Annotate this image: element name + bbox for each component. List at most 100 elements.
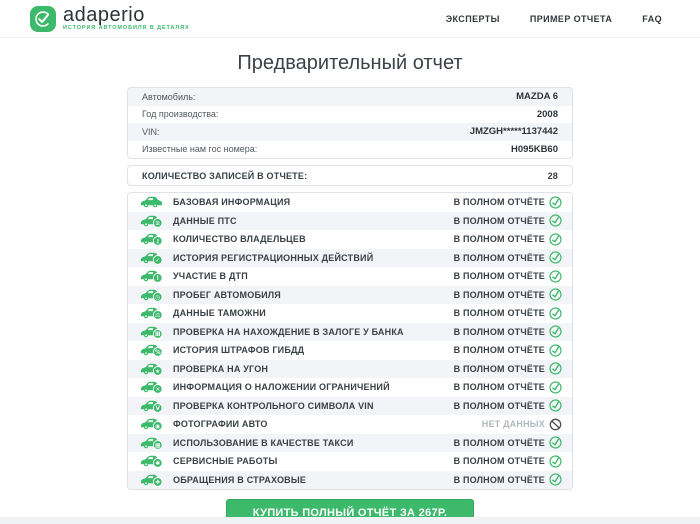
check-circle-logo-icon: [30, 6, 56, 32]
report-section-row[interactable]: ★ ПРОВЕРКА НА УГОН В ПОЛНОМ ОТЧЁТЕ: [128, 360, 572, 379]
report-section-row[interactable]: ⚖ ДАННЫЕ ТАМОЖНИ В ПОЛНОМ ОТЧЁТЕ: [128, 304, 572, 323]
report-section-row[interactable]: ✓ ИСТОРИЯ РЕГИСТРАЦИОННЫХ ДЕЙСТВИЙ В ПОЛ…: [128, 249, 572, 268]
section-label: ПРОВЕРКА НА НАХОЖДЕНИЕ В ЗАЛОГЕ У БАНКА: [173, 327, 404, 337]
nav-item[interactable]: ПРИМЕР ОТЧЕТА: [530, 14, 612, 24]
check-circle-icon: [549, 344, 562, 357]
section-label: УЧАСТИЕ В ДТП: [173, 271, 248, 281]
section-status-text: В ПОЛНОМ ОТЧЁТЕ: [454, 308, 545, 318]
section-status-text: НЕТ ДАННЫХ: [482, 419, 545, 429]
section-status: В ПОЛНОМ ОТЧЁТЕ: [454, 307, 562, 320]
car-lock-icon: ✕: [140, 380, 166, 394]
check-circle-icon: [549, 436, 562, 449]
section-status: В ПОЛНОМ ОТЧЁТЕ: [454, 344, 562, 357]
section-label: СЕРВИСНЫЕ РАБОТЫ: [173, 456, 277, 466]
svg-text:◉: ◉: [155, 424, 160, 430]
report-section-row[interactable]: ✚ ОБРАЩЕНИЯ В СТРАХОВЫЕ В ПОЛНОМ ОТЧЁТЕ: [128, 471, 572, 490]
records-count-row: КОЛИЧЕСТВО ЗАПИСЕЙ В ОТЧЕТЕ: 28: [128, 166, 572, 185]
nav-item[interactable]: ЭКСПЕРТЫ: [446, 14, 500, 24]
section-status: В ПОЛНОМ ОТЧЁТЕ: [454, 455, 562, 468]
page: adaperio ИСТОРИЯ АВТОМОБИЛЯ В ДЕТАЛЯХ ЭК…: [0, 0, 700, 524]
check-circle-icon: [549, 288, 562, 301]
check-circle-icon: [549, 473, 562, 486]
section-label: ДАННЫЕ ПТС: [173, 216, 237, 226]
vehicle-info-label: Автомобиль:: [142, 92, 195, 102]
section-status-text: В ПОЛНОМ ОТЧЁТЕ: [454, 197, 545, 207]
car-vin-icon: V: [140, 399, 166, 413]
car-fines-icon: %: [140, 343, 166, 357]
vehicle-info-card: Автомобиль: MAZDA 6 Год производства: 20…: [127, 87, 573, 159]
report-section-row[interactable]: V ПРОВЕРКА КОНТРОЛЬНОГО СИМВОЛА VIN В ПО…: [128, 397, 572, 416]
section-status: В ПОЛНОМ ОТЧЁТЕ: [454, 270, 562, 283]
section-label: ИСТОРИЯ РЕГИСТРАЦИОННЫХ ДЕЙСТВИЙ: [173, 253, 373, 263]
report-section-row[interactable]: ◷ ПРОБЕГ АВТОМОБИЛЯ В ПОЛНОМ ОТЧЁТЕ: [128, 286, 572, 305]
section-label: ПРОВЕРКА НА УГОН: [173, 364, 268, 374]
report-section-row[interactable]: ✱ СЕРВИСНЫЕ РАБОТЫ В ПОЛНОМ ОТЧЁТЕ: [128, 452, 572, 471]
section-status: В ПОЛНОМ ОТЧЁТЕ: [454, 473, 562, 486]
car-mileage-icon: ◷: [140, 288, 166, 302]
section-status: В ПОЛНОМ ОТЧЁТЕ: [454, 233, 562, 246]
section-label: ОБРАЩЕНИЯ В СТРАХОВЫЕ: [173, 475, 306, 485]
section-status-text: В ПОЛНОМ ОТЧЁТЕ: [454, 401, 545, 411]
section-status: В ПОЛНОМ ОТЧЁТЕ: [454, 214, 562, 227]
report-section-row[interactable]: ▦ ИСПОЛЬЗОВАНИЕ В КАЧЕСТВЕ ТАКСИ В ПОЛНО…: [128, 434, 572, 453]
section-status: В ПОЛНОМ ОТЧЁТЕ: [454, 325, 562, 338]
section-label: БАЗОВАЯ ИНФОРМАЦИЯ: [173, 197, 290, 207]
check-circle-icon: [549, 362, 562, 375]
svg-text:!: !: [156, 276, 159, 282]
report-section-row[interactable]: ! УЧАСТИЕ В ДТП В ПОЛНОМ ОТЧЁТЕ: [128, 267, 572, 286]
page-title: Предварительный отчет: [0, 52, 700, 75]
section-label: ПРОБЕГ АВТОМОБИЛЯ: [173, 290, 281, 300]
brand-name: adaperio: [63, 5, 190, 25]
check-circle-icon: [549, 307, 562, 320]
car-registration-icon: ✓: [140, 251, 166, 265]
check-circle-icon: [549, 325, 562, 338]
report-section-row[interactable]: Ⅲ ПРОВЕРКА НА НАХОЖДЕНИЕ В ЗАЛОГЕ У БАНК…: [128, 323, 572, 342]
taxi-icon: ▦: [140, 436, 166, 450]
car-base-icon: [140, 195, 166, 209]
section-label: ПРОВЕРКА КОНТРОЛЬНОГО СИМВОЛА VIN: [173, 401, 374, 411]
report-section-row[interactable]: ✕ ИНФОРМАЦИЯ О НАЛОЖЕНИИ ОГРАНИЧЕНИЙ В П…: [128, 378, 572, 397]
section-status: В ПОЛНОМ ОТЧЁТЕ: [454, 251, 562, 264]
car-owners-key-icon: ⚷: [140, 232, 166, 246]
report-section-row[interactable]: % ИСТОРИЯ ШТРАФОВ ГИБДД В ПОЛНОМ ОТЧЁТЕ: [128, 341, 572, 360]
car-theft-icon: ★: [140, 362, 166, 376]
svg-text:▦: ▦: [155, 443, 160, 449]
header: adaperio ИСТОРИЯ АВТОМОБИЛЯ В ДЕТАЛЯХ ЭК…: [0, 0, 700, 38]
car-pts-document-icon: ≡: [140, 214, 166, 228]
report-section-row[interactable]: ⚷ КОЛИЧЕСТВО ВЛАДЕЛЬЦЕВ В ПОЛНОМ ОТЧЁТЕ: [128, 230, 572, 249]
svg-text:◷: ◷: [155, 295, 160, 301]
section-label: ИСПОЛЬЗОВАНИЕ В КАЧЕСТВЕ ТАКСИ: [173, 438, 354, 448]
car-bank-pledge-icon: Ⅲ: [140, 325, 166, 339]
nav-item[interactable]: FAQ: [642, 14, 662, 24]
section-status-text: В ПОЛНОМ ОТЧЁТЕ: [454, 438, 545, 448]
vehicle-info-label: VIN:: [142, 127, 160, 137]
check-circle-icon: [549, 455, 562, 468]
brand-logo[interactable]: adaperio ИСТОРИЯ АВТОМОБИЛЯ В ДЕТАЛЯХ: [30, 5, 190, 32]
car-insurance-icon: ✚: [140, 473, 166, 487]
records-count-label: КОЛИЧЕСТВО ЗАПИСЕЙ В ОТЧЕТЕ:: [142, 171, 307, 181]
footer-strip: [0, 517, 700, 524]
records-count-card: КОЛИЧЕСТВО ЗАПИСЕЙ В ОТЧЕТЕ: 28: [127, 165, 573, 186]
section-status-text: В ПОЛНОМ ОТЧЁТЕ: [454, 253, 545, 263]
section-status-text: В ПОЛНОМ ОТЧЁТЕ: [454, 345, 545, 355]
section-status-text: В ПОЛНОМ ОТЧЁТЕ: [454, 271, 545, 281]
section-status-text: В ПОЛНОМ ОТЧЁТЕ: [454, 475, 545, 485]
section-status-text: В ПОЛНОМ ОТЧЁТЕ: [454, 327, 545, 337]
report-section-row[interactable]: ◉ ФОТОГРАФИИ АВТО НЕТ ДАННЫХ: [128, 415, 572, 434]
vehicle-info-row: Известные нам гос номера: H095KB60: [128, 141, 572, 159]
check-circle-icon: [549, 251, 562, 264]
car-photo-icon: ◉: [140, 417, 166, 431]
report-section-row[interactable]: БАЗОВАЯ ИНФОРМАЦИЯ В ПОЛНОМ ОТЧЁТЕ: [128, 193, 572, 212]
section-label: ИНФОРМАЦИЯ О НАЛОЖЕНИИ ОГРАНИЧЕНИЙ: [173, 382, 390, 392]
check-circle-icon: [549, 214, 562, 227]
svg-text:✱: ✱: [155, 460, 160, 467]
no-data-ban-icon: [549, 418, 562, 431]
vehicle-info-label: Известные нам гос номера:: [142, 144, 257, 154]
svg-text:≡: ≡: [155, 221, 160, 227]
records-count-value: 28: [548, 171, 558, 181]
section-status: В ПОЛНОМ ОТЧЁТЕ: [454, 436, 562, 449]
section-label: ИСТОРИЯ ШТРАФОВ ГИБДД: [173, 345, 304, 355]
section-status: В ПОЛНОМ ОТЧЁТЕ: [454, 362, 562, 375]
report-section-row[interactable]: ≡ ДАННЫЕ ПТС В ПОЛНОМ ОТЧЁТЕ: [128, 212, 572, 231]
svg-text:Ⅲ: Ⅲ: [155, 332, 160, 338]
